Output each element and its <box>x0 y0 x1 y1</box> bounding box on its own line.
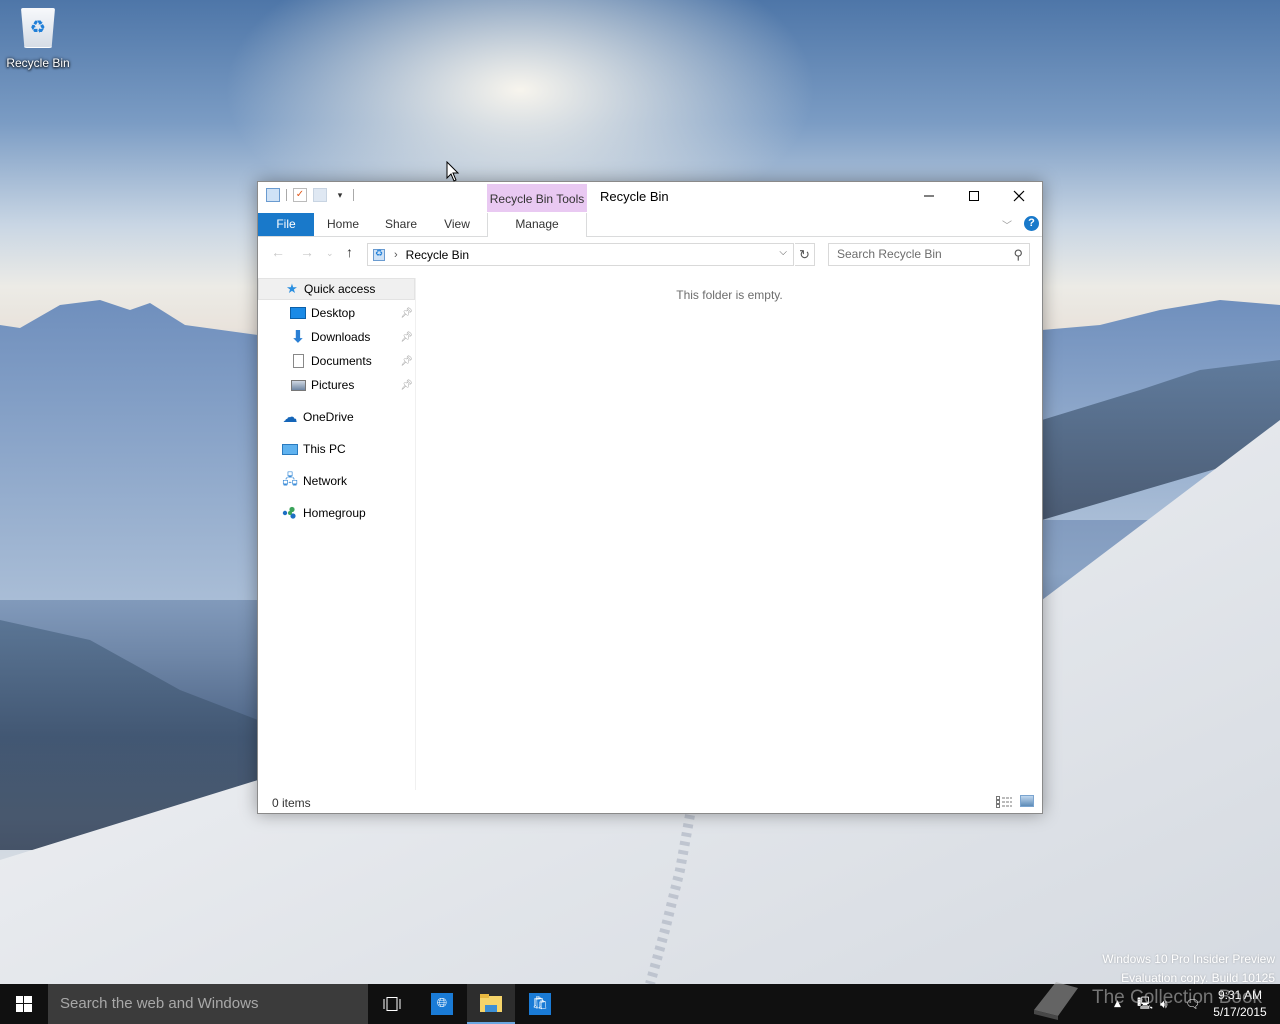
nav-item-label: Documents <box>311 354 372 368</box>
contextual-tab-group-label: Recycle Bin Tools <box>487 184 587 212</box>
tab-share[interactable]: Share <box>380 213 422 236</box>
tab-home[interactable]: Home <box>320 213 366 236</box>
nav-item-network[interactable]: 🖧︎ Network <box>258 470 415 492</box>
start-button[interactable] <box>0 984 48 1024</box>
nav-item-homegroup[interactable]: Homegroup <box>258 502 415 524</box>
refresh-icon: ↻ <box>799 247 810 262</box>
up-button[interactable]: ↑ <box>346 244 353 260</box>
item-count: 0 items <box>272 796 311 810</box>
this-pc-icon <box>282 441 298 457</box>
search-icon[interactable]: ⚲ <box>1013 244 1023 265</box>
ribbon-tab-bar: File Home Share View Manage <box>258 213 1042 237</box>
nav-item-downloads[interactable]: ⬇ Downloads 📌︎ <box>258 326 415 348</box>
taskbar-app-file-explorer[interactable] <box>467 984 515 1024</box>
desktop-icon <box>290 305 306 321</box>
watermark-line-1: Windows 10 Pro Insider Preview <box>1102 952 1275 966</box>
search-input[interactable]: Search Recycle Bin ⚲ <box>828 243 1030 266</box>
breadcrumb-separator[interactable]: › <box>394 249 398 261</box>
task-view-button[interactable] <box>368 984 416 1024</box>
minimize-icon <box>923 195 934 197</box>
customize-dropdown-icon[interactable]: ▾ <box>333 188 347 202</box>
quick-access-toolbar: ✓ ▾ <box>266 188 354 202</box>
network-icon: 🖧︎ <box>282 471 298 487</box>
nav-item-pictures[interactable]: Pictures 📌︎ <box>258 374 415 396</box>
expand-ribbon-chevron-icon[interactable]: ﹀ <box>1002 217 1012 232</box>
pictures-icon <box>290 377 306 393</box>
desktop-icon-recycle-bin[interactable]: Recycle Bin <box>4 8 72 70</box>
recycle-bin-small-icon[interactable] <box>266 188 280 202</box>
pin-icon[interactable]: 📌︎ <box>400 356 413 367</box>
search-placeholder: Search Recycle Bin <box>837 247 942 261</box>
taskbar-app-store[interactable]: 🛍︎ <box>516 984 564 1024</box>
nav-item-label: Downloads <box>311 330 371 344</box>
navigation-pane: ★ Quick access Desktop 📌︎ ⬇ Downloads 📌︎… <box>258 278 416 790</box>
toolbar-separator <box>353 189 354 201</box>
documents-icon <box>290 353 306 369</box>
back-button[interactable]: ← <box>271 244 285 260</box>
maximize-button[interactable] <box>951 182 996 210</box>
pin-icon[interactable]: 📌︎ <box>400 308 413 319</box>
folder-icon <box>480 994 502 1012</box>
nav-item-quick-access[interactable]: ★ Quick access <box>258 278 415 300</box>
recycle-bin-icon <box>21 8 55 48</box>
pin-icon[interactable]: 📌︎ <box>400 332 413 343</box>
tab-view[interactable]: View <box>438 213 476 236</box>
refresh-button[interactable]: ↻ <box>795 243 815 266</box>
large-icons-view-icon[interactable] <box>1020 795 1034 807</box>
mouse-cursor-icon <box>446 161 460 182</box>
recent-locations-chevron-icon[interactable]: ⌄ <box>326 248 334 259</box>
globe-icon: 🌐︎ <box>431 993 453 1015</box>
tab-file[interactable]: File <box>258 213 314 236</box>
homegroup-icon <box>282 505 298 521</box>
close-icon <box>1013 190 1024 202</box>
file-explorer-window: ✓ ▾ Recycle Bin Tools Recycle Bin File H… <box>257 181 1043 814</box>
build-watermark: Windows 10 Pro Insider Preview Evaluatio… <box>1102 950 1275 988</box>
nav-item-this-pc[interactable]: This PC <box>258 438 415 460</box>
book-logo-icon <box>1034 982 1078 1020</box>
address-dropdown-chevron-icon[interactable]: ⌵ <box>779 247 787 258</box>
pin-icon[interactable]: 📌︎ <box>400 380 413 391</box>
toolbar-separator <box>286 189 287 201</box>
taskbar: Search the web and Windows 🌐︎ 🛍︎ ▲ 🖳︎ 🔊︎… <box>0 984 1280 1024</box>
title-bar[interactable]: ✓ ▾ Recycle Bin Tools Recycle Bin <box>258 182 1042 212</box>
downloads-icon: ⬇ <box>291 329 305 346</box>
maximize-icon <box>968 191 979 201</box>
breadcrumb-recycle-bin[interactable]: Recycle Bin <box>406 248 469 262</box>
nav-item-documents[interactable]: Documents 📌︎ <box>258 350 415 372</box>
help-button[interactable]: ? <box>1024 216 1039 231</box>
nav-item-label: This PC <box>303 442 346 456</box>
tab-manage[interactable]: Manage <box>487 213 587 237</box>
navigation-bar: ← → ⌄ ↑ › Recycle Bin ⌵ ↻ Search Recycle… <box>258 238 1042 270</box>
new-folder-icon[interactable] <box>313 188 327 202</box>
window-title: Recycle Bin <box>600 189 669 204</box>
nav-item-label: Homegroup <box>303 506 366 520</box>
desktop-icon-label: Recycle Bin <box>6 56 70 70</box>
taskbar-app-edge[interactable]: 🌐︎ <box>418 984 466 1024</box>
nav-item-label: Network <box>303 474 348 488</box>
onedrive-icon: ☁ <box>282 409 298 426</box>
star-icon: ★ <box>286 281 298 296</box>
nav-item-label: Quick access <box>304 282 376 296</box>
nav-item-label: OneDrive <box>303 410 354 424</box>
nav-item-desktop[interactable]: Desktop 📌︎ <box>258 302 415 324</box>
forward-button[interactable]: → <box>300 244 314 260</box>
recycle-bin-location-icon <box>373 248 385 261</box>
nav-item-label: Pictures <box>311 378 355 392</box>
taskbar-search-input[interactable]: Search the web and Windows <box>48 984 368 1024</box>
details-view-icon[interactable] <box>996 796 1012 808</box>
task-view-icon <box>383 997 401 1011</box>
minimize-button[interactable] <box>906 182 951 210</box>
file-list-area[interactable]: This folder is empty. <box>417 278 1042 790</box>
brand-overlay-text: The Collection Book <box>1092 987 1263 1008</box>
properties-icon[interactable]: ✓ <box>293 188 307 202</box>
address-bar[interactable]: › Recycle Bin ⌵ <box>367 243 794 266</box>
empty-folder-message: This folder is empty. <box>676 288 783 302</box>
close-button[interactable] <box>996 182 1041 210</box>
nav-item-onedrive[interactable]: ☁ OneDrive <box>258 406 415 428</box>
store-icon: 🛍︎ <box>529 993 551 1015</box>
status-bar: 0 items <box>258 792 1042 814</box>
windows-logo-icon <box>16 996 32 1012</box>
nav-item-label: Desktop <box>311 306 356 320</box>
